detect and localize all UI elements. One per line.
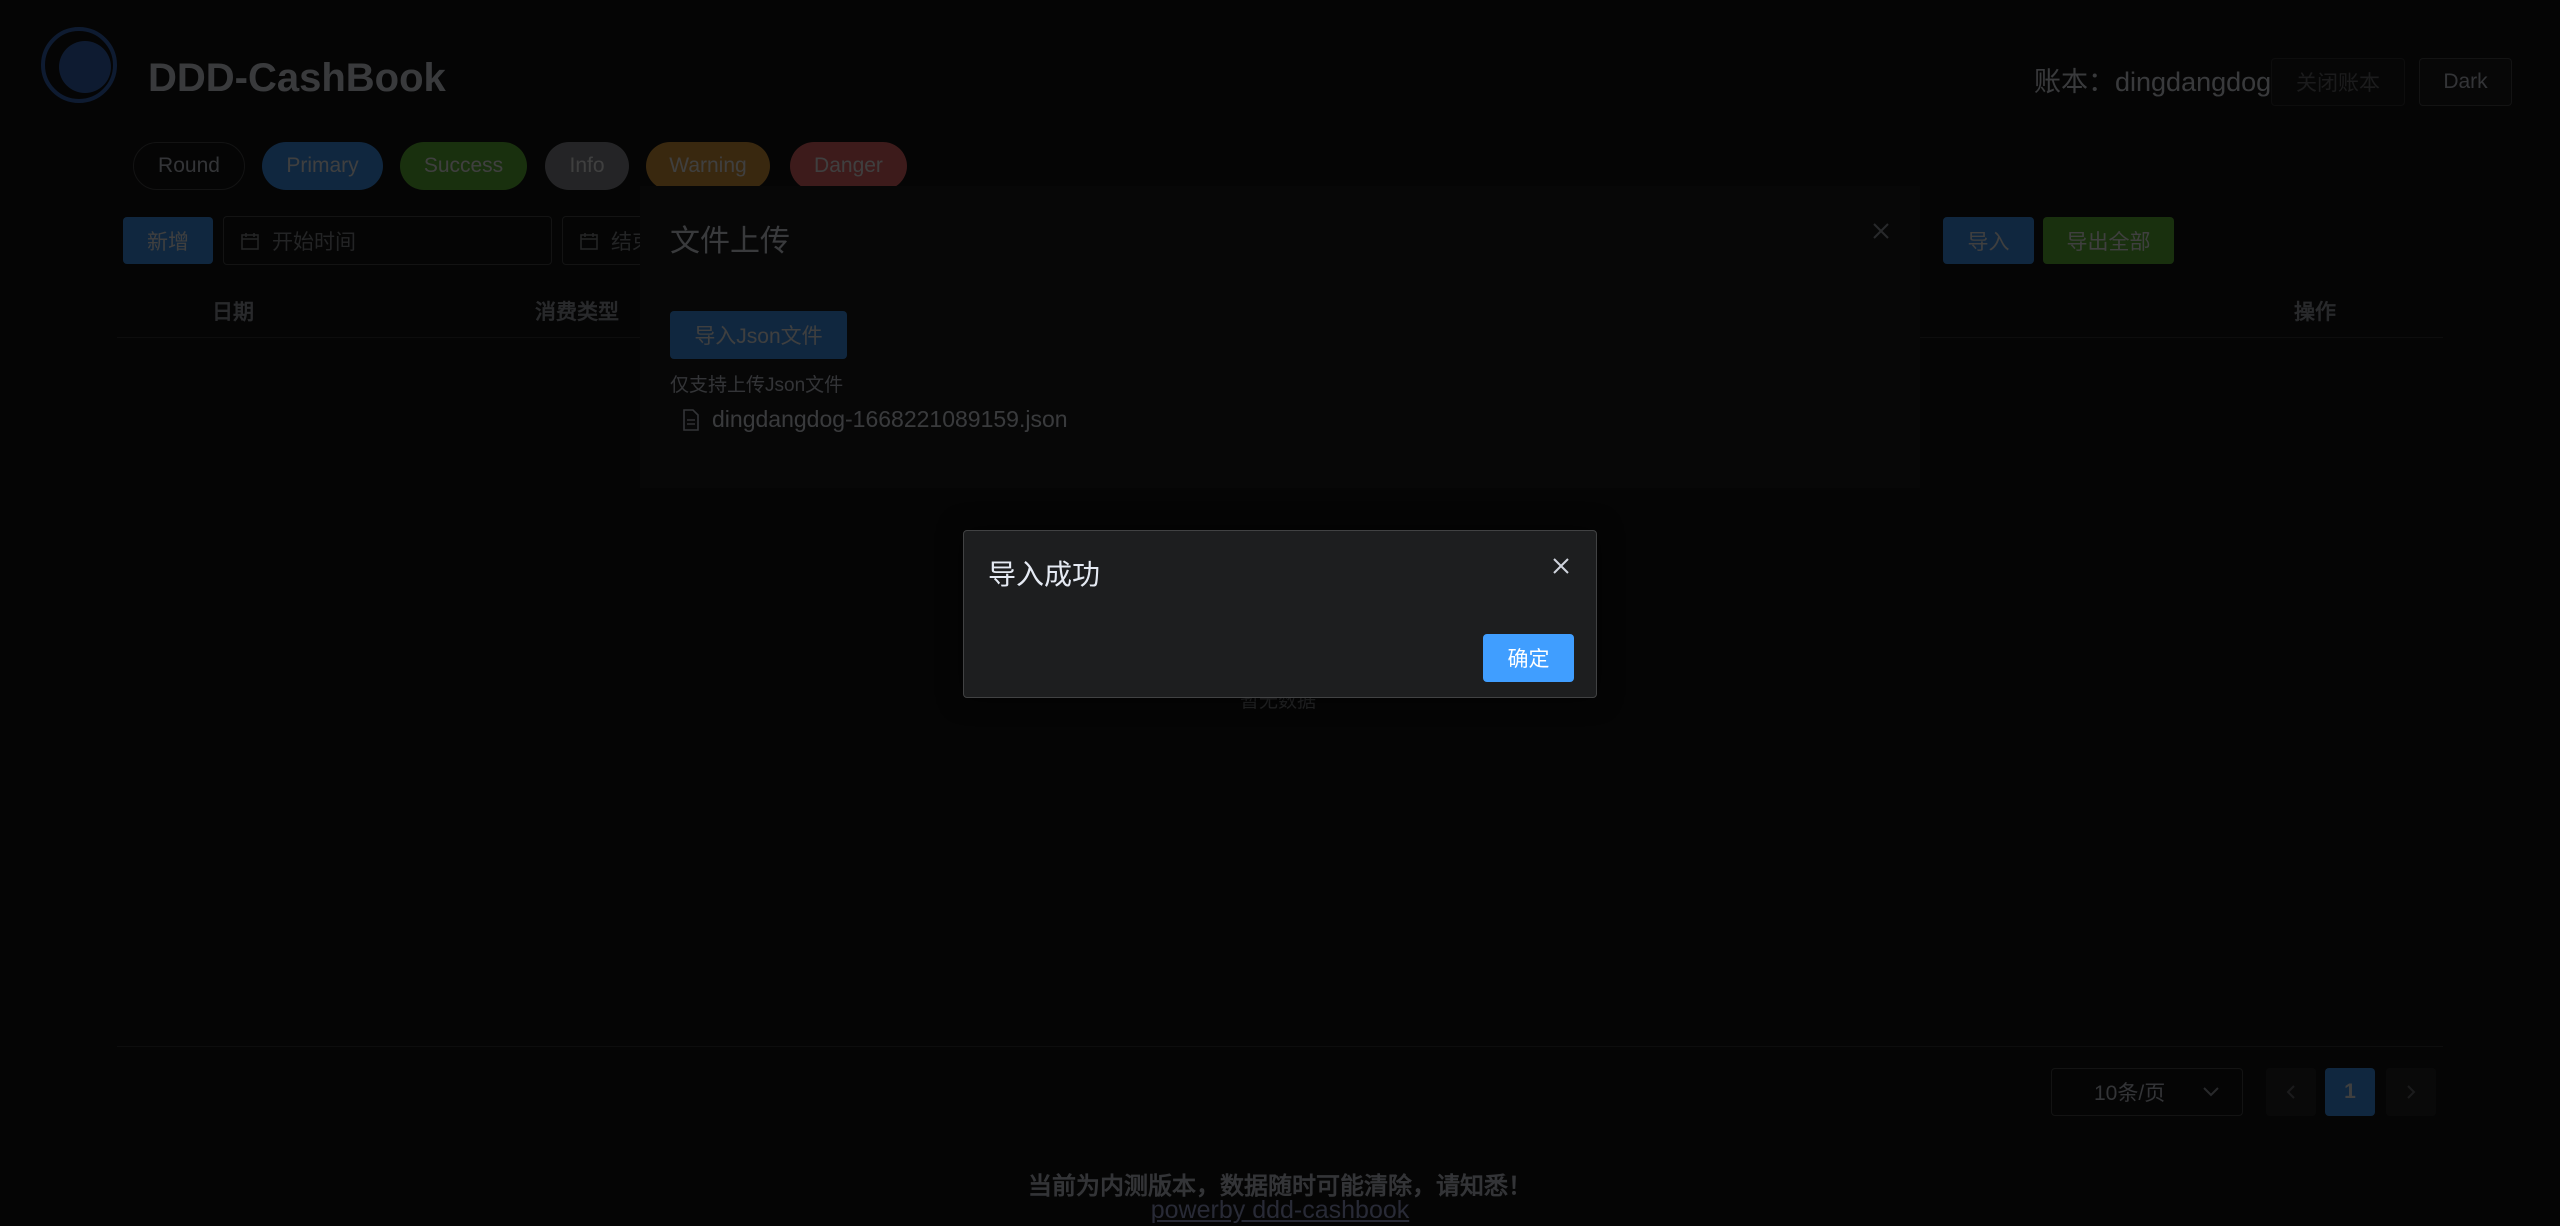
close-icon[interactable]	[1550, 555, 1572, 577]
message-box: 导入成功 确定	[963, 530, 1597, 698]
message-box-title: 导入成功	[988, 559, 1101, 590]
confirm-button[interactable]: 确定	[1483, 634, 1574, 682]
